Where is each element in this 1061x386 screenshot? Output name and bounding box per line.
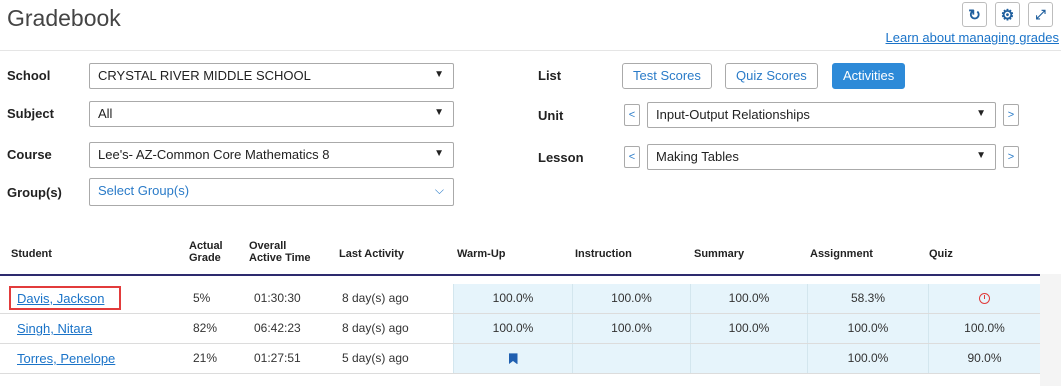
course-select-value: Lee's- AZ-Common Core Mathematics 8 [98, 147, 330, 162]
col-quiz[interactable]: Quiz [929, 248, 953, 260]
header-divider [0, 50, 1061, 51]
unit-select[interactable]: Input-Output Relationships ▼ [647, 102, 996, 128]
warmup-score[interactable] [453, 344, 572, 373]
col-actual-grade[interactable]: Actual Grade [189, 240, 223, 264]
table-row: Davis, Jackson 5% 01:30:30 8 day(s) ago … [0, 284, 1040, 314]
table-row: Singh, Nitara 82% 06:42:23 8 day(s) ago … [0, 314, 1040, 344]
groups-select-placeholder: Select Group(s) [98, 183, 190, 198]
assignment-score[interactable]: 58.3% [807, 284, 928, 313]
summary-score[interactable] [690, 344, 807, 373]
chevron-right-icon: > [1007, 109, 1015, 121]
col-actual-grade-line1: Actual [189, 240, 223, 252]
subject-select[interactable]: All ▼ [89, 101, 454, 127]
actual-grade: 82% [193, 321, 218, 335]
settings-button[interactable]: ⚙ [995, 2, 1020, 27]
clock-icon [979, 293, 990, 305]
lesson-next-button[interactable]: > [1003, 146, 1019, 168]
bookmark-icon [508, 353, 518, 365]
lesson-label: Lesson [538, 150, 584, 165]
active-time: 06:42:23 [254, 321, 301, 335]
active-time: 01:30:30 [254, 291, 301, 305]
school-select[interactable]: CRYSTAL RIVER MIDDLE SCHOOL ▼ [89, 63, 454, 89]
lesson-select[interactable]: Making Tables ▼ [647, 144, 996, 170]
refresh-icon: ↻ [968, 6, 981, 24]
unit-select-value: Input-Output Relationships [656, 107, 810, 122]
col-summary[interactable]: Summary [694, 248, 744, 260]
chevron-left-icon: < [628, 109, 636, 121]
gear-icon: ⚙ [1000, 6, 1015, 24]
chevron-down-icon: ⌵ [434, 183, 444, 197]
col-assignment[interactable]: Assignment [810, 248, 873, 260]
course-label: Course [7, 147, 52, 162]
last-activity: 8 day(s) ago [342, 321, 409, 335]
instruction-score[interactable]: 100.0% [572, 314, 690, 343]
student-link[interactable]: Davis, Jackson [17, 284, 104, 313]
col-warmup[interactable]: Warm-Up [457, 248, 505, 260]
table-row: Torres, Penelope 21% 01:27:51 5 day(s) a… [0, 344, 1040, 374]
quiz-score[interactable]: 90.0% [928, 344, 1040, 373]
col-student[interactable]: Student [11, 248, 52, 260]
lesson-prev-button[interactable]: < [624, 146, 640, 168]
col-active-time-line1: Overall [249, 240, 287, 252]
actual-grade: 5% [193, 291, 211, 305]
unit-label: Unit [538, 108, 564, 123]
actual-grade: 21% [193, 351, 218, 365]
school-select-value: CRYSTAL RIVER MIDDLE SCHOOL [98, 68, 311, 83]
chevron-left-icon: < [628, 151, 636, 163]
summary-score[interactable]: 100.0% [690, 314, 807, 343]
assignment-score[interactable]: 100.0% [807, 344, 928, 373]
col-last-activity[interactable]: Last Activity [339, 248, 404, 260]
chevron-down-icon: ▼ [434, 107, 444, 118]
groups-label: Group(s) [7, 185, 62, 200]
chevron-down-icon: ▼ [976, 150, 986, 161]
unit-next-button[interactable]: > [1003, 104, 1019, 126]
col-active-time[interactable]: Overall Active Time [249, 240, 311, 264]
quiz-score[interactable]: 100.0% [928, 314, 1040, 343]
expand-button[interactable]: ⤢ [1028, 2, 1053, 27]
school-label: School [7, 68, 51, 83]
chevron-down-icon: ▼ [434, 148, 444, 159]
col-actual-grade-line2: Grade [189, 252, 221, 264]
tab-quiz-scores[interactable]: Quiz Scores [725, 63, 818, 89]
student-link[interactable]: Torres, Penelope [17, 344, 115, 373]
learn-managing-grades-link[interactable]: Learn about managing grades [886, 30, 1059, 45]
lesson-select-value: Making Tables [656, 149, 739, 164]
student-link[interactable]: Singh, Nitara [17, 314, 92, 343]
col-active-time-line2: Active Time [249, 252, 311, 264]
tab-activities[interactable]: Activities [832, 63, 906, 89]
warmup-score[interactable]: 100.0% [453, 314, 572, 343]
expand-icon: ⤢ [1035, 6, 1046, 22]
unit-prev-button[interactable]: < [624, 104, 640, 126]
col-instruction[interactable]: Instruction [575, 248, 632, 260]
subject-select-value: All [98, 106, 113, 121]
chevron-down-icon: ▼ [976, 108, 986, 119]
page-title: Gradebook [7, 5, 121, 31]
table-header-rule [0, 274, 1040, 276]
assignment-score[interactable]: 100.0% [807, 314, 928, 343]
subject-label: Subject [7, 106, 54, 121]
tab-test-scores[interactable]: Test Scores [622, 63, 712, 89]
instruction-score[interactable]: 100.0% [572, 284, 690, 313]
groups-select[interactable]: Select Group(s) ⌵ [89, 178, 454, 206]
instruction-score[interactable] [572, 344, 690, 373]
quiz-score[interactable] [928, 284, 1040, 313]
last-activity: 8 day(s) ago [342, 291, 409, 305]
course-select[interactable]: Lee's- AZ-Common Core Mathematics 8 ▼ [89, 142, 454, 168]
chevron-down-icon: ▼ [434, 69, 444, 80]
warmup-score[interactable]: 100.0% [453, 284, 572, 313]
summary-score[interactable]: 100.0% [690, 284, 807, 313]
refresh-button[interactable]: ↻ [962, 2, 987, 27]
table-scrollbar[interactable] [1040, 274, 1061, 386]
active-time: 01:27:51 [254, 351, 301, 365]
last-activity: 5 day(s) ago [342, 351, 409, 365]
list-label: List [538, 68, 562, 83]
chevron-right-icon: > [1007, 151, 1015, 163]
